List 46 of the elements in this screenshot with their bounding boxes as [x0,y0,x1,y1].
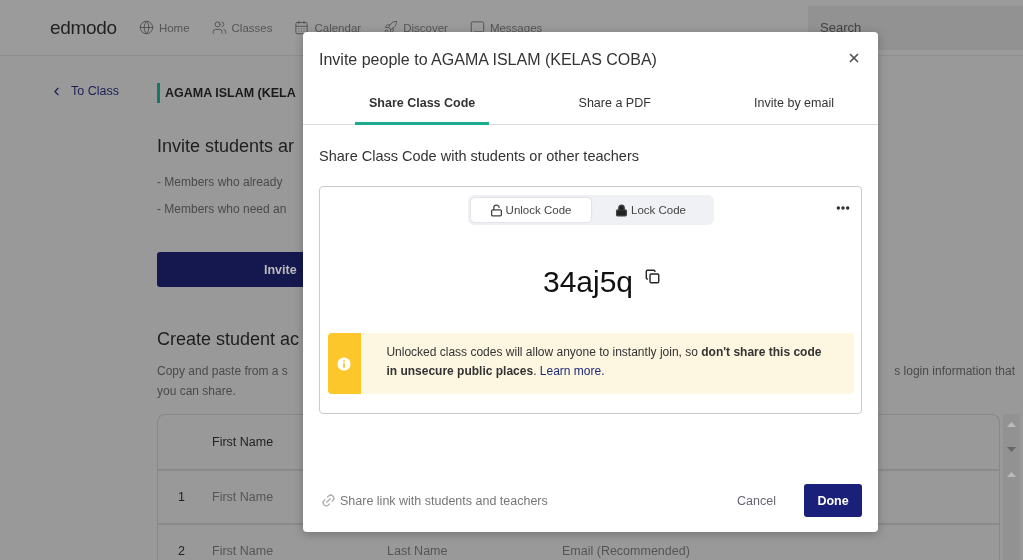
toggle-option[interactable]: Unlock Code [470,198,591,222]
tab[interactable]: Share Class Code [355,96,490,125]
table-cell: Last Name [387,544,448,558]
calendar-icon [294,20,310,35]
done-button[interactable]: Done [804,484,862,517]
dialog-subtitle: Share Class Code with students or other teachers [318,147,640,164]
table-cell: First Name [212,544,274,558]
toggle-option[interactable]: Lock Code [590,198,711,222]
share-link[interactable]: Share link with students and teachers [321,493,548,508]
tab[interactable]: Share a PDF [564,96,665,125]
cancel-button[interactable]: Cancel [731,492,782,509]
copy-button[interactable] [645,269,661,284]
padlock-icon [615,203,628,217]
people-icon [211,20,227,35]
description-text: Copy and paste from a s [157,364,288,378]
rocket-icon [383,20,399,35]
learn-more-link[interactable]: Learn more. [539,364,605,378]
row-number: 2 [177,544,186,558]
section-heading: Invite students ar [157,136,295,157]
back-link[interactable]: To Class [50,80,119,98]
chat-icon [469,20,485,35]
row-number: 1 [177,490,186,504]
scroll-down-icon[interactable] [1007,447,1016,452]
table-cell: First Name [212,490,274,504]
unlocked-padlock-icon [489,203,503,217]
scroll-up-icon[interactable] [1007,472,1016,477]
info-icon [335,354,354,373]
class-title: AGAMA ISLAM (KELA [157,83,296,103]
copy-icon [645,269,661,284]
dialog-title: Invite people to AGAMA ISLAM (KELAS COBA) [319,51,657,69]
scroll-up-icon[interactable] [1007,422,1016,427]
close-button[interactable] [847,51,861,65]
column-header: First Name [212,435,274,449]
tab[interactable]: Invite by email [740,96,848,125]
note-text: - Members who need an [157,202,287,216]
logo[interactable]: edmodo [50,16,117,39]
description-text: s login information that [894,364,1015,378]
section-heading: Create student ac [157,329,300,350]
warning-text: Unlocked class codes will allow anyone to instantly join, so don't share this code in unsecure public places. Learn more. [385,344,823,380]
scrollbar[interactable] [1003,414,1020,560]
table-cell: Email (Recommended) [562,544,690,558]
close-icon [847,51,861,65]
globe-icon [138,20,154,35]
description-text: you can share. [157,384,236,398]
note-text: - Members who already [157,175,283,189]
class-code: 34aj5q [542,265,634,299]
